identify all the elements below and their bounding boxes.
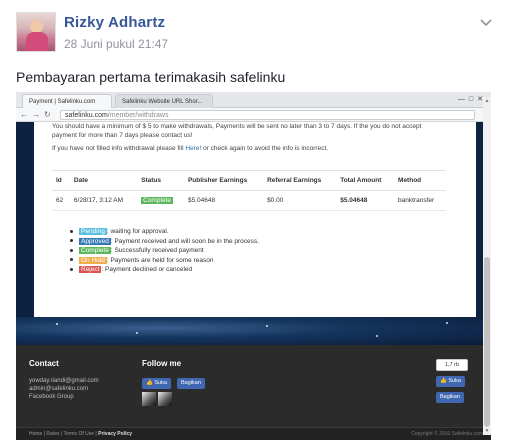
browser-tab: Safelinku Website URL Shor... xyxy=(115,94,213,108)
footer-link: Privacy Policy xyxy=(98,431,133,437)
notice-text: If you have not filled info withdrawal p… xyxy=(52,145,184,152)
follow-heading: Follow me xyxy=(142,359,182,368)
legend-desc: : Payment declined or canceled xyxy=(101,266,193,273)
bullet xyxy=(70,258,73,262)
legend-label: Reject xyxy=(79,266,102,273)
cell-method: banktransfer xyxy=(394,190,446,211)
attached-screenshot[interactable]: Payment | Safelinku.com Safelinku Websit… xyxy=(16,92,491,440)
avatar-body xyxy=(26,32,48,51)
fb-share-button: Bagikan xyxy=(436,392,464,403)
scroll-down-icon[interactable]: ▼ xyxy=(483,427,491,435)
url-host: safelinku.com xyxy=(65,112,108,119)
browser-tab-bar: Payment | Safelinku.com Safelinku Websit… xyxy=(16,92,491,108)
contact-heading: Contact xyxy=(29,359,59,368)
column-header: Total Amount xyxy=(336,170,395,191)
legend-desc: : Payment received and will soon be in t… xyxy=(110,237,259,245)
bullet xyxy=(70,239,73,243)
url-box: safelinku.com/member/withdraws xyxy=(60,110,475,120)
legend-desc: : Successfully received payment xyxy=(110,247,204,254)
cell-date: 6/28/17, 3:12 AM xyxy=(69,190,138,211)
withdraw-page-content: You should have a minimum of $ 5 to make… xyxy=(34,122,476,317)
status-badge: Complete xyxy=(141,197,173,204)
post-text: Pembayaran pertama terimakasih safelinku xyxy=(16,69,286,85)
fb-like-button: 👍 Suka xyxy=(142,378,171,389)
browser-address-bar: ← → ↻ safelinku.com/member/withdraws ≡ xyxy=(16,108,491,122)
reload-icon: ↻ xyxy=(44,110,51,119)
withdraw-table: Id Date Status Publisher Earnings Referr… xyxy=(52,170,446,211)
notice-line: You should have a minimum of $ 5 to make… xyxy=(52,123,422,130)
legend-item: Pending: waiting for approval. xyxy=(70,227,259,237)
column-header: Status xyxy=(137,170,184,191)
scroll-up-icon[interactable]: ▲ xyxy=(483,97,491,105)
legend-label: Complete xyxy=(79,247,111,254)
footer-links: Home | Rates | Terms Of Use | Privacy Po… xyxy=(29,431,133,437)
column-header: Id xyxy=(52,170,70,191)
legend-desc: : waiting for approval. xyxy=(106,228,169,235)
legend-item: On Hold: Payments are held for some reas… xyxy=(70,256,259,266)
like-count: 1,7 rb xyxy=(436,359,468,371)
legend-item: Approved: Payment received and will soon… xyxy=(70,237,259,247)
contact-lines: yowday.riandi@gmail.com admin@safelinku.… xyxy=(29,377,99,401)
fb-like-button: 👍 Suka xyxy=(436,376,465,387)
scrollbar[interactable]: ▲ ▼ xyxy=(483,97,491,435)
bullet xyxy=(70,229,73,233)
legend-label: Approved xyxy=(79,237,111,245)
fan-thumbnail xyxy=(158,392,172,406)
chevron-down-icon[interactable] xyxy=(478,14,494,30)
cell-status: Complete xyxy=(137,190,184,211)
column-header: Method xyxy=(394,170,446,191)
star xyxy=(376,335,378,337)
site-footer: Contact Follow me yowday.riandi@gmail.co… xyxy=(16,345,491,440)
copyright: Copyright © 2016 Safelinku.com xyxy=(411,431,483,437)
footer-bottom-bar: Home | Rates | Terms Of Use | Privacy Po… xyxy=(16,427,491,440)
fan-thumbnail xyxy=(142,392,156,406)
cell-total: $5.04648 xyxy=(336,190,395,211)
author-name[interactable]: Rizky Adhartz xyxy=(64,14,165,31)
like-label: Suka xyxy=(448,378,461,384)
legend-desc: : Payments are held for some reason xyxy=(106,256,214,264)
fb-share-button: Bagikan xyxy=(177,378,205,389)
table-row: 62 6/28/17, 3:12 AM Complete $5.04648 $0… xyxy=(52,190,446,211)
url-path: /member/withdraws xyxy=(107,112,169,119)
forward-arrow-icon: → xyxy=(32,110,40,119)
notice-line: If you have not filled info withdrawal p… xyxy=(52,145,328,152)
contact-line: yowday.riandi@gmail.com xyxy=(29,378,99,384)
contact-line: Facebook Group xyxy=(29,394,74,400)
star xyxy=(56,323,58,325)
bullet xyxy=(70,267,73,271)
footer-link: Terms Of Use xyxy=(63,431,95,437)
bullet xyxy=(70,248,73,252)
footer-link: Rates xyxy=(46,431,60,437)
facebook-post: Rizky Adhartz 28 Juni pukul 21:47 Pembay… xyxy=(0,0,505,448)
like-label: Suka xyxy=(154,380,167,386)
avatar[interactable] xyxy=(16,12,56,52)
here-link: Here! xyxy=(185,145,202,152)
cell-id: 62 xyxy=(52,190,70,211)
footer-link: Home xyxy=(29,431,43,437)
legend-label: Pending xyxy=(79,228,107,235)
legend-item: Reject: Payment declined or canceled xyxy=(70,265,259,275)
star xyxy=(136,332,138,334)
notice-line: payment for more than 7 days please cont… xyxy=(52,132,193,139)
browser-tab: Payment | Safelinku.com xyxy=(22,94,112,108)
post-timestamp[interactable]: 28 Juni pukul 21:47 xyxy=(64,37,168,51)
fb-page-box: 1,7 rb 👍 Suka Bagikan xyxy=(436,359,472,403)
status-legend: Pending: waiting for approval. Approved:… xyxy=(70,227,259,275)
space-background xyxy=(16,317,491,345)
column-header: Referral Earnings xyxy=(263,170,337,191)
column-header: Publisher Earnings xyxy=(183,170,264,191)
star xyxy=(446,322,448,324)
star xyxy=(266,325,268,327)
cell-publisher: $5.04648 xyxy=(183,190,264,211)
fan-thumbnails xyxy=(142,392,174,406)
back-arrow-icon: ← xyxy=(20,110,28,119)
legend-label: On Hold xyxy=(79,256,107,264)
cell-referral: $0.00 xyxy=(263,190,337,211)
scrollbar-thumb[interactable] xyxy=(484,257,490,427)
legend-item: Complete: Successfully received payment xyxy=(70,246,259,256)
notice-text: or check again to avoid the info is inco… xyxy=(203,145,329,152)
contact-line: admin@safelinku.com xyxy=(29,386,89,392)
column-header: Date xyxy=(69,170,138,191)
